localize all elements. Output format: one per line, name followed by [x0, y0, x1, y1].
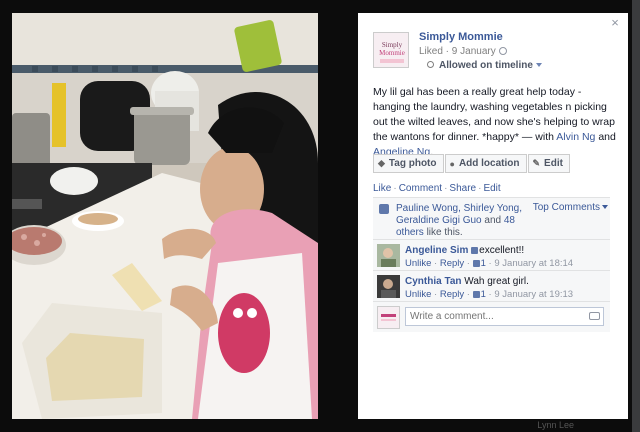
reply-link[interactable]: Reply — [440, 289, 464, 300]
add-location-button[interactable]: ● Add location — [444, 154, 527, 173]
separator: · — [478, 183, 482, 194]
tag-photo-button[interactable]: ◆ Tag photo — [373, 154, 444, 173]
pencil-icon: ✎ — [532, 158, 541, 168]
top-comments-label: Top Comments — [532, 202, 600, 213]
liked-label[interactable]: Liked — [419, 46, 443, 57]
comment-time[interactable]: 9 January at 18:14 — [494, 258, 573, 269]
ufi-box: Pauline Wong, Shirley Yong, Geraldine Gi… — [373, 197, 610, 332]
comment-author-link[interactable]: Cynthia Tan — [405, 276, 461, 287]
camera-icon[interactable] — [589, 312, 600, 320]
reply-link[interactable]: Reply — [440, 258, 464, 269]
chevron-down-icon — [535, 63, 542, 67]
globe-icon — [498, 47, 507, 55]
commenter-avatar[interactable] — [377, 244, 400, 267]
avatar-image — [377, 275, 400, 298]
avatar-logo-text-1: Simply — [382, 41, 403, 49]
post-header: Simply Mommie Simply Mommie Liked · 9 Ja… — [373, 31, 616, 72]
avatar-logo: Simply Mommie — [374, 33, 408, 67]
unlike-link[interactable]: Unlike — [405, 258, 431, 269]
page-scrollbar-strip — [632, 0, 640, 432]
post-meta: Liked · 9 January — [419, 46, 507, 57]
like-link[interactable]: Like — [373, 183, 391, 194]
comment-like-count[interactable]: 1 — [481, 289, 486, 300]
comment-item: Angeline Sim excellent!! Unlike · Reply … — [373, 240, 610, 271]
thumbs-up-icon — [472, 291, 480, 298]
likes-summary: Pauline Wong, Shirley Yong, Geraldine Gi… — [373, 198, 610, 240]
top-comments-dropdown[interactable]: Top Comments — [533, 202, 608, 214]
comment-input[interactable] — [405, 307, 604, 326]
thumbs-up-icon — [472, 260, 480, 267]
comment-item: Cynthia Tan Wah great girl. Unlike · Rep… — [373, 271, 610, 302]
photo-actions-bar: ◆ Tag photo ● Add location ✎ Edit — [373, 154, 570, 173]
photo-image[interactable] — [12, 13, 318, 419]
comment-link[interactable]: Comment — [399, 183, 442, 194]
page-avatar[interactable]: Simply Mommie — [373, 32, 409, 68]
photo-illustration — [12, 13, 318, 419]
edit-label: Edit — [544, 158, 563, 169]
comment-author-link[interactable]: Angeline Sim — [405, 245, 468, 256]
likes-sentence: Pauline Wong, Shirley Yong, Geraldine Gi… — [396, 203, 536, 239]
tagged-person-link[interactable]: Alvin Ng — [556, 131, 595, 143]
tag-icon: ◆ — [378, 158, 385, 168]
comment-composer — [373, 302, 610, 332]
comment-body: Cynthia Tan Wah great girl. — [405, 276, 529, 287]
avatar-image — [377, 244, 400, 267]
with-prefix: — with — [518, 131, 557, 143]
comment-like-count[interactable]: 1 — [481, 258, 486, 269]
comment-time[interactable]: 9 January at 19:13 — [494, 289, 573, 300]
avatar-logo — [378, 307, 399, 328]
comment-meta: Unlike · Reply · 1 · 9 January at 18:14 — [405, 258, 574, 269]
close-icon[interactable]: × — [608, 16, 622, 30]
ufi-action-links: Like · Comment · Share · Edit — [373, 183, 501, 194]
post-date[interactable]: 9 January — [452, 46, 496, 57]
timeline-audience-selector[interactable]: Allowed on timeline — [427, 60, 542, 71]
audience-label: Allowed on timeline — [439, 60, 533, 71]
background-friend-name: Lynn Lee — [537, 420, 574, 430]
edit-button[interactable]: ✎ Edit — [527, 154, 570, 173]
thumbs-up-icon — [471, 247, 479, 254]
tag-photo-label: Tag photo — [388, 158, 437, 169]
post-caption: My lil gal has been a really great help … — [373, 85, 621, 160]
avatar-logo-text-2: Mommie — [379, 49, 405, 57]
add-location-label: Add location — [458, 158, 520, 169]
edit-link[interactable]: Edit — [483, 183, 500, 194]
circle-icon — [427, 61, 434, 68]
meta-separator: · — [442, 46, 452, 57]
comment-text: excellent!! — [479, 245, 525, 256]
thumbs-up-icon — [379, 204, 389, 214]
separator: · — [393, 183, 397, 194]
comment-meta: Unlike · Reply · 1 · 9 January at 19:13 — [405, 289, 574, 300]
share-link[interactable]: Share — [449, 183, 476, 194]
page-name-link[interactable]: Simply Mommie — [419, 31, 503, 43]
photo-stage[interactable] — [12, 13, 318, 419]
viewer-avatar — [377, 306, 400, 329]
location-pin-icon: ● — [449, 158, 455, 169]
separator: · — [444, 183, 448, 194]
comment-text: Wah great girl. — [464, 276, 529, 287]
comment-body: Angeline Sim excellent!! — [405, 245, 524, 256]
chevron-down-icon — [602, 205, 608, 209]
commenter-avatar[interactable] — [377, 275, 400, 298]
likes-suffix: like this. — [423, 227, 463, 238]
and-label: and — [595, 131, 616, 143]
unlike-link[interactable]: Unlike — [405, 289, 431, 300]
likes-and: and — [481, 215, 504, 226]
post-side-panel: × Simply Mommie Simply Mommie Liked · 9 … — [358, 13, 628, 419]
